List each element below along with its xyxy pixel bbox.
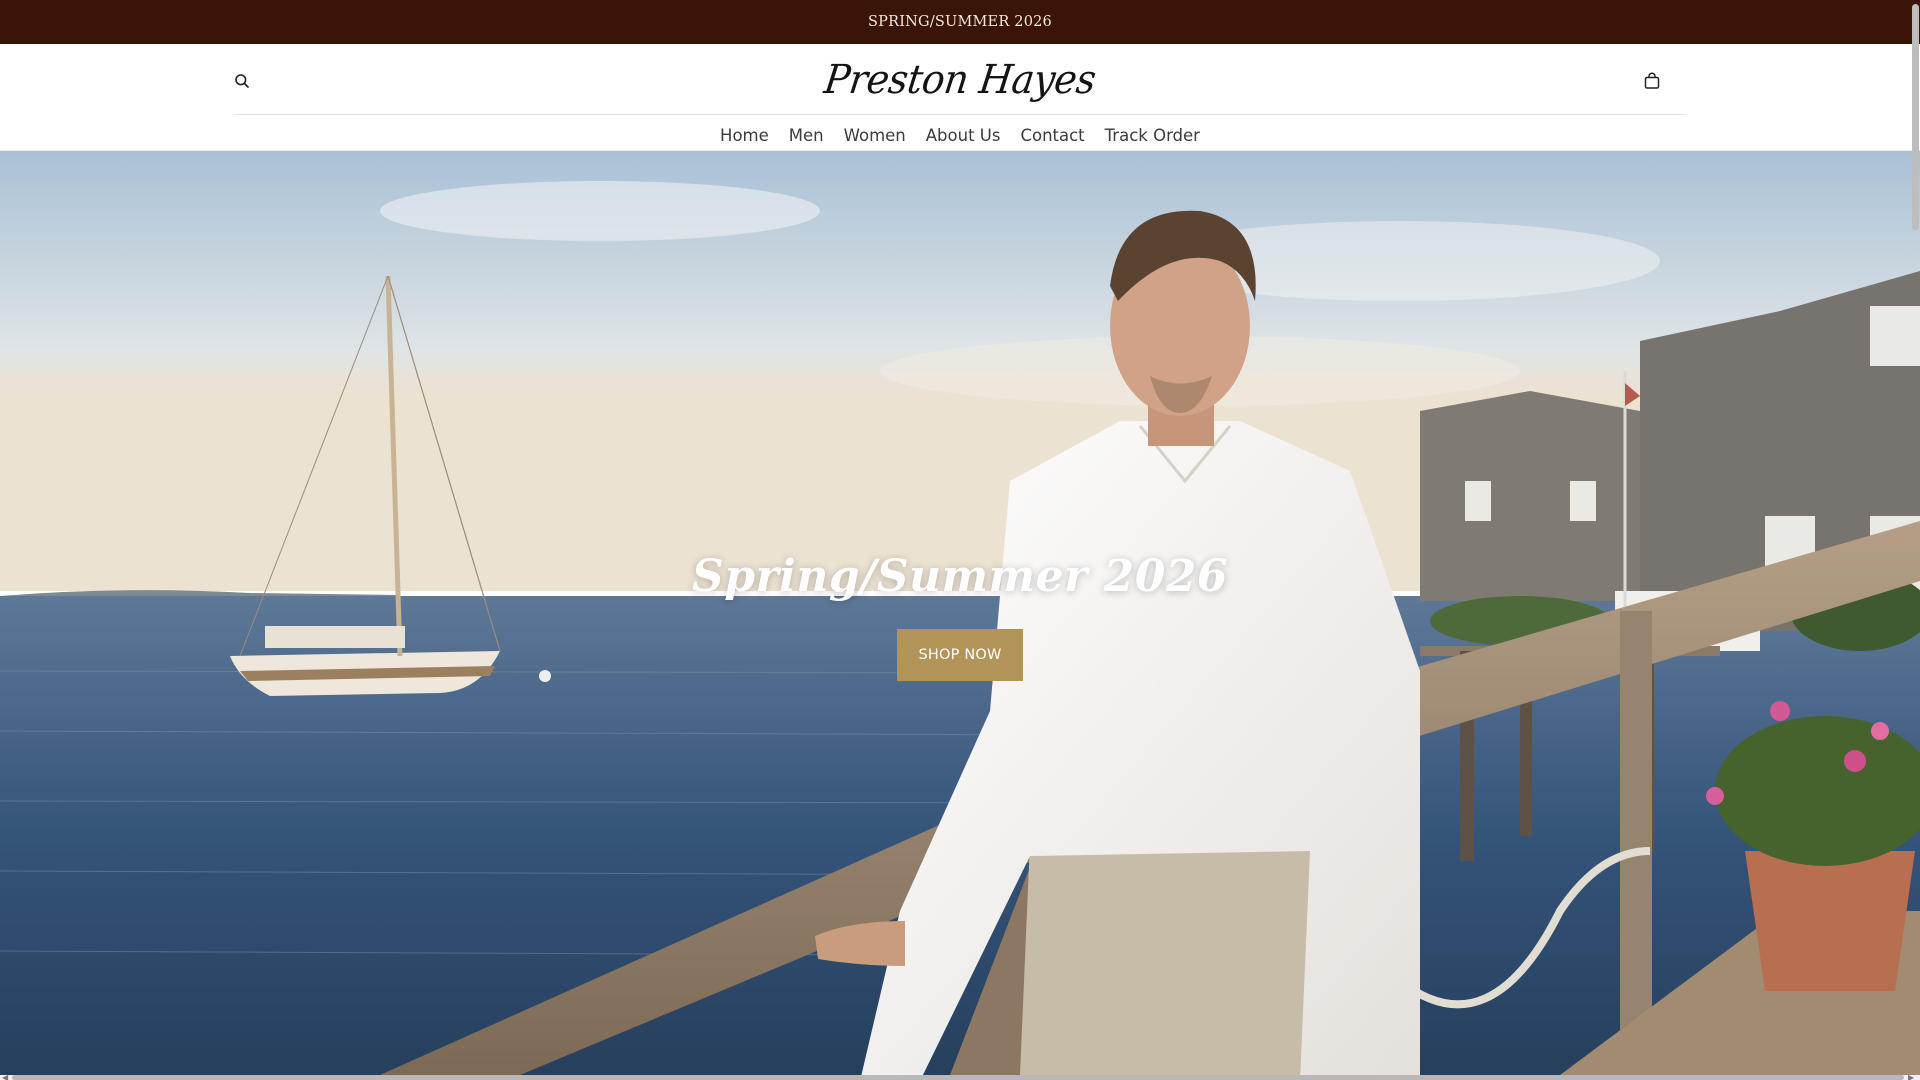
nav-track-order[interactable]: Track Order (1105, 126, 1200, 145)
main-nav: Home Men Women About Us Contact Track Or… (0, 122, 1920, 148)
nav-home[interactable]: Home (720, 126, 769, 145)
scroll-left-arrow-icon[interactable]: ◀ (2, 1073, 8, 1080)
hero-image (0, 151, 1920, 1075)
nav-contact[interactable]: Contact (1020, 126, 1084, 145)
shopping-bag-icon (1644, 72, 1660, 89)
shop-now-button[interactable]: SHOP NOW (897, 629, 1023, 681)
hero-title: Spring/Summer 2026 (691, 551, 1229, 602)
cart-button[interactable] (1637, 66, 1667, 96)
horizontal-scrollbar-thumb[interactable] (12, 1075, 1904, 1080)
site-header: Preston Hayes Home Men Women About Us Co… (0, 44, 1920, 151)
vertical-scrollbar-thumb[interactable] (1912, 4, 1919, 230)
hero-banner: Spring/Summer 2026 SHOP NOW (0, 151, 1920, 1075)
header-divider (235, 114, 1685, 115)
announcement-bar: SPRING/SUMMER 2026 (0, 0, 1920, 44)
scroll-right-arrow-icon[interactable]: ▶ (1908, 1073, 1914, 1080)
brand-logo[interactable]: Preston Hayes (0, 56, 1920, 104)
announcement-text: SPRING/SUMMER 2026 (868, 14, 1052, 30)
nav-about-us[interactable]: About Us (926, 126, 1001, 145)
nav-women[interactable]: Women (844, 126, 906, 145)
horizontal-scrollbar[interactable] (0, 1075, 1920, 1080)
nav-men[interactable]: Men (789, 126, 824, 145)
brand-logo-text: Preston Hayes (821, 57, 1099, 103)
